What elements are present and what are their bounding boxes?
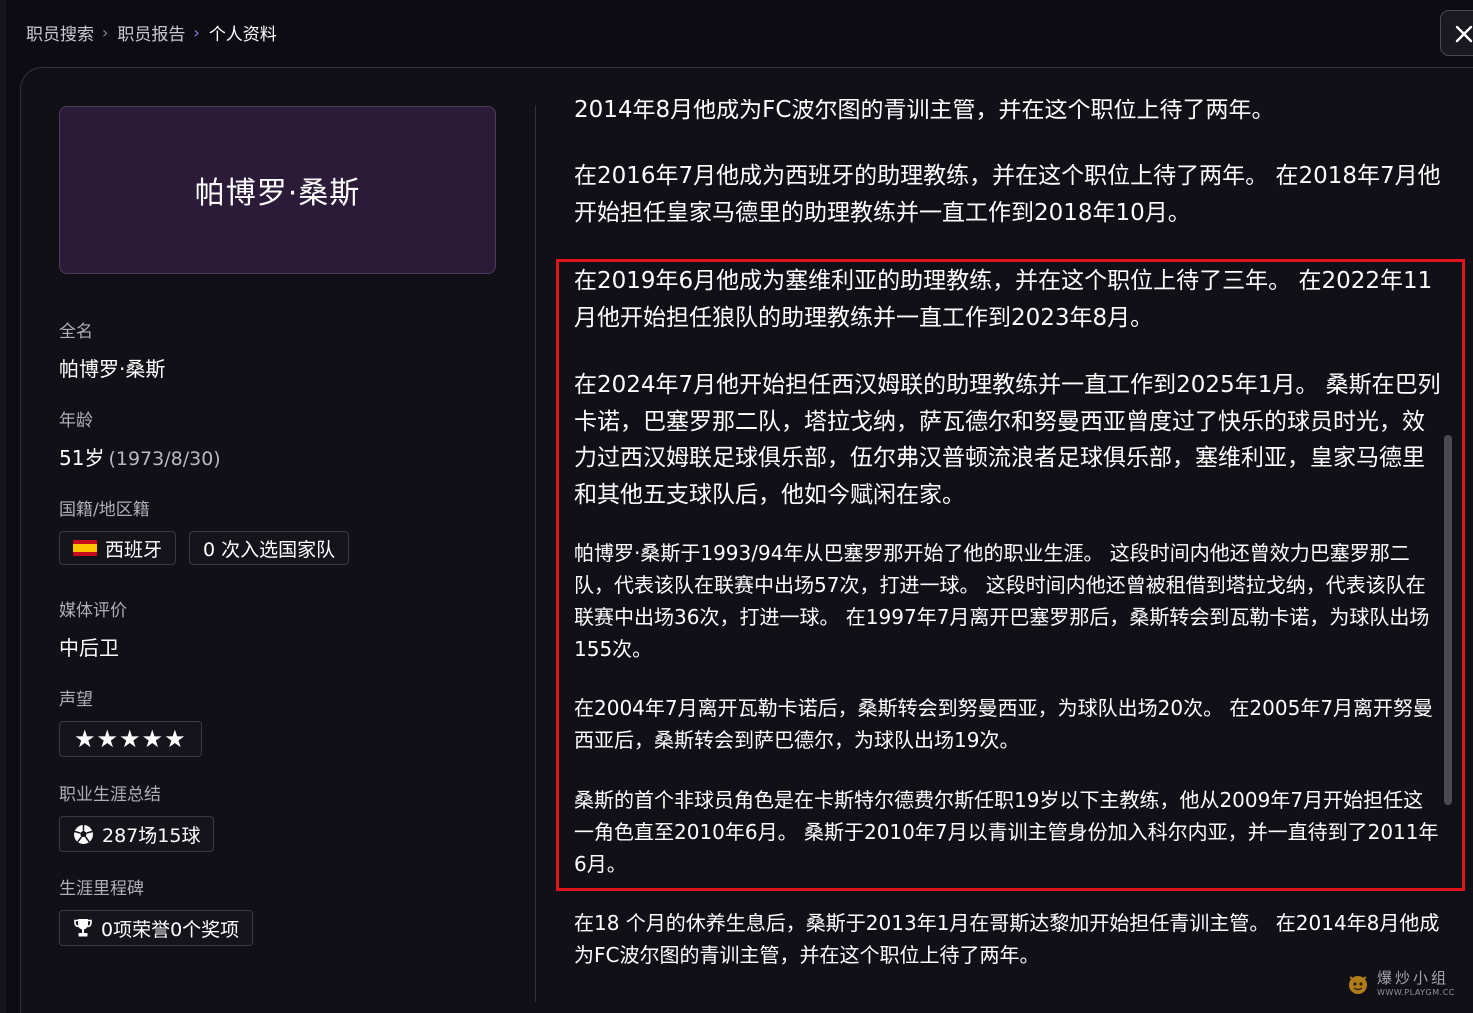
career-summary-value: 287场15球 (102, 824, 201, 847)
biography-scroll-area[interactable]: 2014年8月他成为FC波尔图的青训主管，并在这个职位上待了两年。 在2016年… (574, 88, 1442, 983)
national-team-caps: 0 次入选国家队 (203, 538, 336, 561)
age-value: 51岁 (1973/8/30) (59, 442, 221, 471)
card-name: 帕博罗·桑斯 (194, 176, 361, 211)
profile-page: 职员搜索 › 职员报告 › 个人资料 帕博罗·桑斯 全名 帕博罗·桑斯 年龄 5… (0, 0, 1473, 1013)
trophy-icon (74, 919, 92, 937)
national-team-caps-chip[interactable]: 0 次入选国家队 (189, 531, 350, 565)
career-summary-chip[interactable]: 287场15球 (59, 816, 215, 852)
media-rating-section: 媒体评价 中后卫 (59, 596, 127, 661)
football-icon (74, 824, 93, 844)
reputation-chip[interactable]: ★★★★★ (59, 721, 202, 757)
biography-scrollbar[interactable] (1444, 435, 1452, 805)
reputation-section: 声望 ★★★★★ (59, 685, 202, 757)
nationality-chip[interactable]: 西班牙 (59, 531, 177, 565)
reputation-stars-icon: ★★★★★ (74, 725, 187, 753)
media-rating-value: 中后卫 (59, 636, 119, 660)
nationality-section: 国籍/地区籍 西班牙 0 次入选国家队 (59, 495, 350, 565)
spain-flag-icon (73, 540, 97, 556)
full-name-section: 全名 帕博罗·桑斯 (59, 317, 165, 382)
bio-paragraph: 在2016年7月他成为西班牙的助理教练，并在这个职位上待了两年。 在2018年7… (574, 163, 1441, 226)
milestones-label: 生涯里程碑 (59, 879, 144, 899)
age-label: 年龄 (59, 411, 93, 431)
chevron-right-icon: › (102, 23, 109, 42)
breadcrumb-staff-search[interactable]: 职员搜索 (26, 20, 94, 45)
full-name-value: 帕博罗·桑斯 (59, 357, 166, 381)
watermark-text-cn: 爆炒小组 (1377, 969, 1450, 987)
chevron-right-icon: › (193, 23, 200, 42)
milestones-section: 生涯里程碑 0项荣誉0个奖项 (59, 874, 254, 946)
close-button[interactable] (1440, 10, 1473, 56)
age-section: 年龄 51岁 (1973/8/30) (59, 406, 221, 471)
nationality-country: 西班牙 (105, 538, 163, 561)
milestones-chip[interactable]: 0项荣誉0个奖项 (59, 910, 254, 946)
reputation-label: 声望 (59, 690, 93, 710)
watermark-logo-icon (1349, 976, 1367, 994)
bio-paragraph: 在18 个月的休养生息后，桑斯于2013年1月在哥斯达黎加开始担任青训主管。 在… (574, 911, 1440, 967)
bio-paragraph: 在2019年6月他成为塞维利亚的助理教练，并在这个职位上待了三年。 在2022年… (574, 268, 1433, 331)
watermark-text-en: WWW.PLAYGM.CC (1377, 988, 1455, 997)
career-summary-section: 职业生涯总结 287场15球 (59, 780, 215, 852)
breadcrumb-profile: 个人资料 (208, 25, 277, 45)
birth-date: (1973/8/30) (108, 448, 221, 470)
bio-paragraph: 在2004年7月离开瓦勒卡诺后，桑斯转会到努曼西亚，为球队出场20次。 在200… (574, 696, 1434, 752)
full-name-label: 全名 (59, 322, 93, 342)
bio-paragraph-cut: 2014年8月他成为FC波尔图的青训主管，并在这个职位上待了两年。 (574, 97, 1275, 123)
bio-paragraph: 帕博罗·桑斯于1993/94年从巴塞罗那开始了他的职业生涯。 这段时间内他还曾效… (574, 541, 1430, 661)
breadcrumb-staff-report[interactable]: 职员报告 (117, 20, 185, 45)
column-divider (535, 105, 536, 1002)
breadcrumb: 职员搜索 › 职员报告 › 个人资料 (26, 20, 277, 45)
bio-paragraph: 在2024年7月他开始担任西汉姆联的助理教练并一直工作到2025年1月。 桑斯在… (574, 372, 1441, 508)
age-years: 51岁 (59, 446, 105, 470)
name-card: 帕博罗·桑斯 (59, 106, 496, 274)
window-edge (0, 0, 6, 1013)
close-icon (1455, 25, 1473, 43)
media-rating-label: 媒体评价 (59, 601, 127, 621)
watermark: 爆炒小组 WWW.PLAYGM.CC (1345, 971, 1455, 997)
nationality-label: 国籍/地区籍 (59, 500, 150, 520)
career-summary-label: 职业生涯总结 (59, 785, 161, 805)
bio-paragraph: 桑斯的首个非球员角色是在卡斯特尔德费尔斯任职19岁以下主教练，他从2009年7月… (574, 788, 1439, 876)
milestones-value: 0项荣誉0个奖项 (101, 918, 240, 941)
